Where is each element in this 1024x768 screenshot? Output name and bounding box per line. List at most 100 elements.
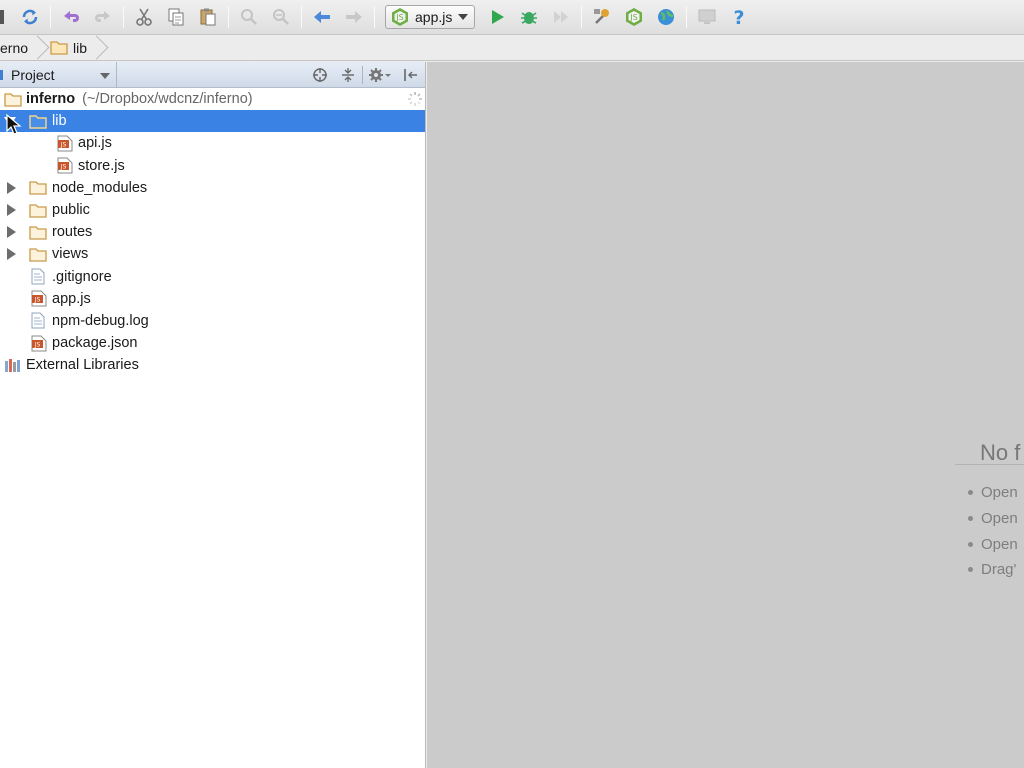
breadcrumb-separator — [38, 35, 47, 61]
toolbar-separator — [123, 6, 124, 28]
tree-item-label: External Libraries — [26, 357, 139, 374]
svg-text:JS: JS — [630, 13, 638, 22]
debug-button[interactable] — [517, 5, 541, 29]
cut-button[interactable] — [132, 5, 156, 29]
tree-item-label: store.js — [78, 157, 125, 174]
project-panel-header: Project — [0, 61, 425, 88]
coverage-button[interactable] — [549, 5, 573, 29]
paste-icon — [200, 8, 216, 26]
forward-button[interactable] — [342, 5, 366, 29]
tree-item-app-js[interactable]: JS app.js — [0, 288, 425, 310]
tree-item-public[interactable]: public — [0, 199, 425, 221]
collapse-all-button[interactable] — [334, 62, 362, 88]
tree-item-label: app.js — [52, 290, 91, 307]
libraries-icon — [4, 358, 22, 373]
folder-icon — [29, 114, 47, 129]
toolbar-separator — [374, 6, 375, 28]
expand-toggle[interactable] — [5, 248, 17, 261]
folder-icon — [29, 203, 47, 218]
project-view-select[interactable]: Project — [0, 61, 117, 88]
svg-text:JS: JS — [34, 297, 41, 304]
collapse-all-icon — [342, 68, 354, 82]
editor-hint-item: Drag' — [968, 557, 1018, 583]
expand-toggle[interactable] — [5, 181, 17, 194]
toolbar-separator — [686, 6, 688, 28]
editor-area[interactable] — [427, 62, 1024, 768]
arrow-left-icon — [314, 11, 330, 23]
tree-item-project-root[interactable]: inferno (~/Dropbox/wdcnz/inferno) — [0, 88, 425, 110]
tree-item-label: .gitignore — [52, 268, 112, 285]
hide-panel-button[interactable] — [397, 62, 425, 88]
cut-icon — [136, 8, 152, 26]
web-browser-button[interactable] — [654, 5, 678, 29]
back-button[interactable] — [310, 5, 334, 29]
expand-toggle[interactable] — [5, 226, 17, 239]
js-file-icon: JS — [57, 157, 73, 174]
folder-icon — [29, 247, 47, 262]
text-file-icon — [31, 268, 45, 285]
tree-item-label: api.js — [78, 135, 112, 152]
terminal-button[interactable] — [695, 5, 719, 29]
editor-hint-label: Open — [981, 484, 1018, 502]
tree-item-views[interactable]: views — [0, 243, 425, 265]
tree-item-gitignore[interactable]: .gitignore — [0, 266, 425, 288]
tree-item-label: npm-debug.log — [52, 312, 149, 329]
svg-text:JS: JS — [395, 13, 403, 22]
editor-empty-divider — [955, 464, 1024, 465]
redo-button[interactable] — [91, 5, 115, 29]
replace-button[interactable] — [269, 5, 293, 29]
toolbar-edge — [0, 10, 4, 24]
json-file-icon: JS — [31, 335, 47, 352]
tree-item-label: public — [52, 202, 90, 219]
loading-spinner-icon — [407, 91, 423, 107]
svg-text:?: ? — [734, 7, 745, 27]
editor-hint-item: Open — [968, 506, 1018, 532]
tree-item-label: views — [52, 246, 89, 263]
svg-text:JS: JS — [60, 164, 67, 171]
bullet-icon — [968, 541, 973, 547]
toolbar-separator — [228, 6, 229, 28]
nodejs-button[interactable]: JS — [622, 5, 646, 29]
synchronize-button[interactable] — [18, 5, 42, 29]
tree-item-api-js[interactable]: JS api.js — [0, 132, 425, 154]
tree-item-node-modules[interactable]: node_modules — [0, 177, 425, 199]
copy-button[interactable] — [164, 5, 188, 29]
settings-button[interactable] — [590, 5, 614, 29]
tree-item-lib[interactable]: lib — [0, 110, 425, 133]
mouse-cursor-icon — [6, 114, 22, 135]
folder-icon — [29, 225, 47, 240]
tree-item-external-libraries[interactable]: External Libraries — [0, 354, 425, 376]
project-panel: Project inferno (~/Dropbox/wdcnz/inferno… — [0, 61, 426, 768]
globe-icon — [658, 9, 675, 25]
find-icon — [241, 9, 257, 25]
find-button[interactable] — [237, 5, 261, 29]
editor-hint-label: Open — [981, 510, 1018, 528]
expand-toggle[interactable] — [5, 204, 17, 217]
run-configuration-select[interactable]: JS app.js — [385, 5, 476, 29]
panel-settings-button[interactable] — [363, 62, 397, 88]
paste-button[interactable] — [196, 5, 220, 29]
tree-item-label: lib — [52, 113, 67, 130]
run-button[interactable] — [485, 5, 509, 29]
tree-item-store-js[interactable]: JS store.js — [0, 155, 425, 177]
arrow-right-icon — [346, 11, 362, 23]
bullet-icon — [968, 516, 973, 522]
editor-hint-label: Open — [981, 535, 1018, 553]
tree-item-npm-debug-log[interactable]: npm-debug.log — [0, 310, 425, 332]
help-button[interactable]: ? — [727, 5, 751, 29]
folder-icon — [50, 41, 68, 55]
project-name: inferno — [26, 91, 76, 108]
tree-item-label: package.json — [52, 335, 138, 352]
tree-item-label: routes — [52, 224, 93, 241]
tree-item-routes[interactable]: routes — [0, 221, 425, 243]
tree-item-package-json[interactable]: JS package.json — [0, 332, 425, 354]
breadcrumb: erno lib — [0, 35, 1024, 61]
play-icon — [492, 10, 505, 24]
main-toolbar: JS app.js JS ? — [0, 0, 1024, 35]
question-mark-icon: ? — [734, 7, 745, 27]
chevron-down-icon — [458, 14, 469, 20]
bug-icon — [521, 12, 538, 24]
scroll-from-source-button[interactable] — [306, 62, 334, 88]
folder-icon — [29, 180, 47, 195]
undo-button[interactable] — [59, 5, 83, 29]
